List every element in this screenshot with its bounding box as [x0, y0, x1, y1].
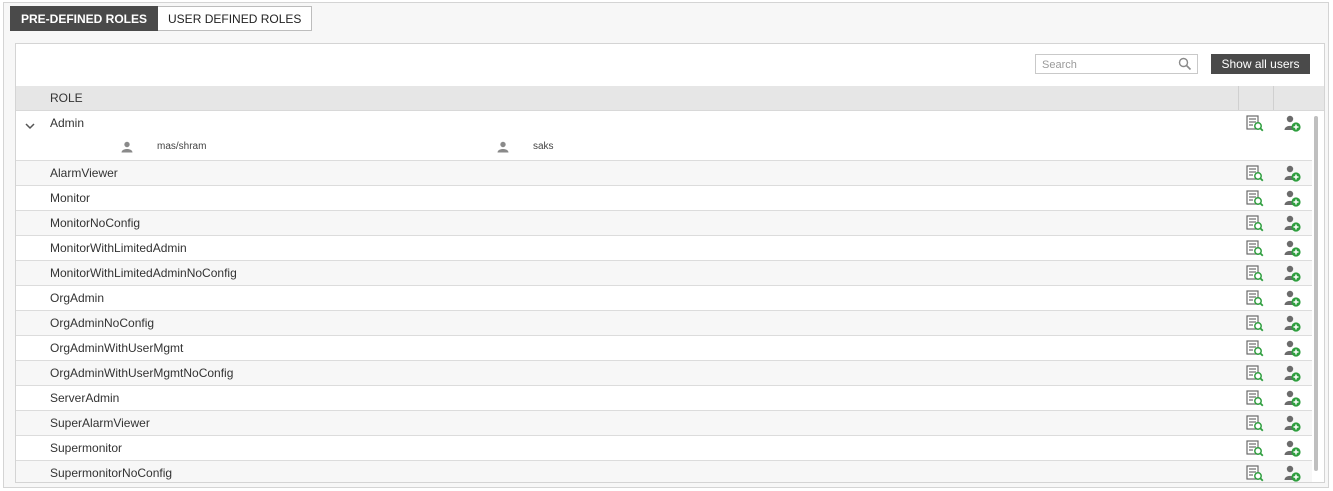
role-details-icon[interactable]	[1246, 440, 1264, 457]
column-divider	[1238, 86, 1239, 110]
role-name: Monitor	[50, 191, 91, 205]
add-user-icon[interactable]	[1284, 315, 1301, 332]
add-user-icon[interactable]	[1284, 465, 1301, 482]
role-details-icon[interactable]	[1246, 115, 1264, 132]
table-row[interactable]: OrgAdminWithUserMgmt	[16, 336, 1312, 361]
member-name: mas/shram	[157, 140, 207, 152]
role-name: MonitorNoConfig	[50, 216, 141, 230]
toolbar: Show all users	[16, 44, 1324, 86]
role-details-icon[interactable]	[1246, 215, 1264, 232]
table-row[interactable]: MonitorWithLimitedAdminNoConfig	[16, 261, 1312, 286]
role-details-icon[interactable]	[1246, 290, 1264, 307]
add-user-icon[interactable]	[1284, 215, 1301, 232]
role-member: mas/shram	[121, 140, 207, 153]
search-input[interactable]	[1036, 56, 1177, 74]
role-name: OrgAdminWithUserMgmt	[50, 341, 184, 355]
add-user-icon[interactable]	[1284, 340, 1301, 357]
add-user-icon[interactable]	[1284, 265, 1301, 282]
role-details-icon[interactable]	[1246, 340, 1264, 357]
add-user-icon[interactable]	[1284, 390, 1301, 407]
add-user-icon[interactable]	[1284, 365, 1301, 382]
add-user-icon[interactable]	[1284, 440, 1301, 457]
scrollbar-thumb[interactable]	[1314, 116, 1318, 471]
role-details-icon[interactable]	[1246, 390, 1264, 407]
role-details-icon[interactable]	[1246, 240, 1264, 257]
role-name: SupermonitorNoConfig	[50, 466, 173, 480]
role-name: OrgAdminWithUserMgmtNoConfig	[50, 366, 234, 380]
role-details-icon[interactable]	[1246, 165, 1264, 182]
role-tabs: PRE-DEFINED ROLES USER DEFINED ROLES	[10, 6, 313, 31]
role-name: Supermonitor	[50, 441, 123, 455]
table-row[interactable]: OrgAdminNoConfig	[16, 311, 1312, 336]
add-user-icon[interactable]	[1284, 165, 1301, 182]
column-header-role[interactable]: ROLE	[50, 86, 83, 110]
role-details-icon[interactable]	[1246, 265, 1264, 282]
role-details-icon[interactable]	[1246, 190, 1264, 207]
add-user-icon[interactable]	[1284, 240, 1301, 257]
add-user-icon[interactable]	[1284, 290, 1301, 307]
table-row[interactable]: OrgAdmin	[16, 286, 1312, 311]
table-row[interactable]: MonitorNoConfig	[16, 211, 1312, 236]
role-name: SuperAlarmViewer	[50, 416, 150, 430]
roles-panel: Show all users ROLE Admin mas/shram saks Al…	[15, 43, 1325, 483]
add-user-icon[interactable]	[1284, 115, 1301, 132]
search-icon[interactable]	[1178, 57, 1192, 71]
roles-table-body: Admin mas/shram saks AlarmViewer Monitor Moni…	[16, 111, 1312, 482]
add-user-icon[interactable]	[1284, 415, 1301, 432]
table-row[interactable]: AlarmViewer	[16, 161, 1312, 186]
table-row[interactable]: OrgAdminWithUserMgmtNoConfig	[16, 361, 1312, 386]
table-row[interactable]: Admin mas/shram saks	[16, 111, 1312, 161]
role-details-icon[interactable]	[1246, 365, 1264, 382]
role-name: OrgAdminNoConfig	[50, 316, 155, 330]
column-divider	[1273, 86, 1274, 110]
chevron-down-icon[interactable]	[24, 118, 36, 130]
tab-user-defined-roles[interactable]: USER DEFINED ROLES	[158, 6, 313, 31]
member-name: saks	[533, 140, 554, 152]
table-row[interactable]: SupermonitorNoConfig	[16, 461, 1312, 482]
tab-pre-defined-roles[interactable]: PRE-DEFINED ROLES	[10, 6, 159, 31]
role-name: AlarmViewer	[50, 166, 118, 180]
table-row[interactable]: SuperAlarmViewer	[16, 411, 1312, 436]
table-row[interactable]: Supermonitor	[16, 436, 1312, 461]
role-member: saks	[497, 140, 554, 153]
user-icon	[497, 140, 509, 153]
role-name: MonitorWithLimitedAdmin	[50, 241, 187, 255]
role-name: MonitorWithLimitedAdminNoConfig	[50, 266, 237, 280]
table-row[interactable]: Monitor	[16, 186, 1312, 211]
roles-container: PRE-DEFINED ROLES USER DEFINED ROLES Sho…	[3, 2, 1329, 488]
role-details-icon[interactable]	[1246, 415, 1264, 432]
role-details-icon[interactable]	[1246, 465, 1264, 482]
role-name: OrgAdmin	[50, 291, 105, 305]
table-header: ROLE	[16, 86, 1324, 111]
table-row[interactable]: ServerAdmin	[16, 386, 1312, 411]
show-all-users-button[interactable]: Show all users	[1211, 54, 1310, 74]
role-details-icon[interactable]	[1246, 315, 1264, 332]
role-name: Admin	[50, 116, 85, 130]
search-box	[1035, 54, 1198, 74]
user-icon	[121, 140, 133, 153]
add-user-icon[interactable]	[1284, 190, 1301, 207]
role-name: ServerAdmin	[50, 391, 120, 405]
table-row[interactable]: MonitorWithLimitedAdmin	[16, 236, 1312, 261]
